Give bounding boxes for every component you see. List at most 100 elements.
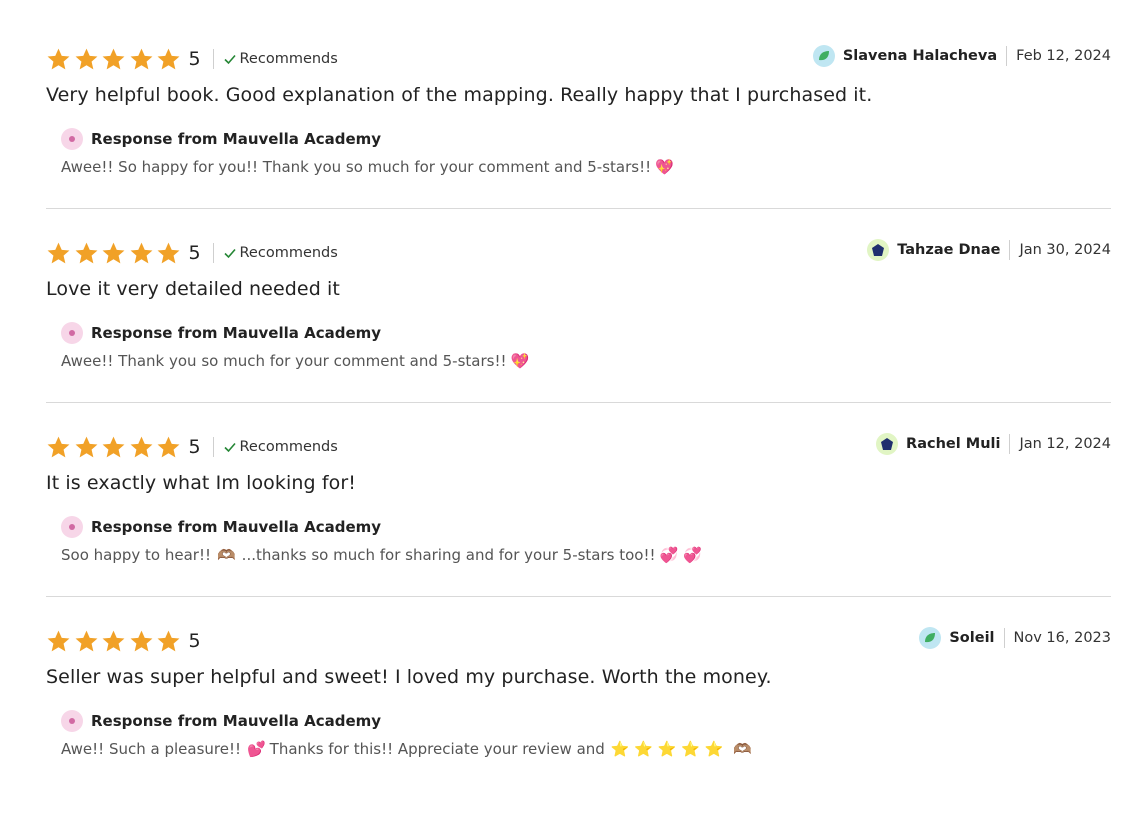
review-date: Jan 30, 2024: [1019, 242, 1111, 258]
star-icon: [156, 435, 181, 460]
star-icon: [74, 629, 99, 654]
review-text: Very helpful book. Good explanation of t…: [46, 84, 873, 106]
response-title: Response from Mauvella Academy: [91, 712, 382, 730]
recommends-label: Recommends: [239, 51, 338, 67]
stars-emoji-icon: ⭐ ⭐ ⭐ ⭐ ⭐: [610, 739, 724, 758]
reviewer-info: Rachel Muli Jan 12, 2024: [876, 432, 1111, 456]
reviewer-name[interactable]: Rachel Muli: [906, 436, 1000, 452]
review-item: 5 Recommends Tahzae Dnae Jan 30, 2024 Lo…: [46, 232, 1111, 426]
star-icon: [101, 435, 126, 460]
response-text: Awe!! Such a pleasure!! 💕 Thanks for thi…: [61, 740, 752, 758]
heart-emoji-icon: 💖: [510, 351, 530, 370]
response-header: Response from Mauvella Academy: [61, 516, 702, 538]
response-message: Awee!! So happy for you!! Thank you so m…: [61, 158, 652, 176]
check-icon: [223, 440, 237, 454]
reviewer-name[interactable]: Slavena Halacheva: [843, 48, 997, 64]
star-icon: [74, 435, 99, 460]
check-icon: [223, 246, 237, 260]
star-icon: [46, 435, 71, 460]
reviewer-name[interactable]: Tahzae Dnae: [897, 242, 1000, 258]
review-divider: [46, 402, 1111, 403]
divider: [212, 49, 214, 69]
star-icon: [74, 47, 99, 72]
divider: [1006, 46, 1008, 66]
rating-value: 5: [188, 242, 201, 264]
star-icon: [156, 241, 181, 266]
response-message-continued: Thanks for this!! Appreciate your review…: [269, 740, 605, 758]
shop-logo-icon[interactable]: [61, 128, 83, 150]
star-icon: [129, 47, 154, 72]
response-message: Soo happy to hear!!: [61, 546, 211, 564]
star-icon: [46, 241, 71, 266]
seller-response: Response from Mauvella Academy Awe!! Suc…: [61, 710, 752, 758]
pentagon-avatar-icon[interactable]: [867, 239, 890, 261]
seller-response: Response from Mauvella Academy Soo happy…: [61, 516, 702, 564]
rating-value: 5: [188, 48, 201, 70]
response-title: Response from Mauvella Academy: [91, 518, 382, 536]
heart-emoji-icon: 💖: [655, 157, 674, 176]
hearts-emoji-icon: 💕: [246, 739, 266, 758]
star-rating: [46, 435, 184, 460]
star-icon: [156, 47, 181, 72]
review-item: 5 Recommends Slavena Halacheva Feb 12, 2…: [46, 38, 1111, 232]
response-title: Response from Mauvella Academy: [91, 130, 382, 148]
recommends-badge: Recommends: [223, 439, 338, 455]
review-item: 5 Recommends Rachel Muli Jan 12, 2024 It…: [46, 426, 1111, 620]
review-text: Seller was super helpful and sweet! I lo…: [46, 666, 772, 688]
star-rating: [46, 241, 184, 266]
reviewer-info: Tahzae Dnae Jan 30, 2024: [867, 238, 1111, 262]
star-icon: [129, 241, 154, 266]
response-header: Response from Mauvella Academy: [61, 128, 674, 150]
leaf-avatar-icon[interactable]: [919, 627, 942, 649]
star-icon: [156, 629, 181, 654]
recommends-badge: Recommends: [223, 245, 338, 261]
star-icon: [74, 241, 99, 266]
response-header: Response from Mauvella Academy: [61, 710, 752, 732]
hearts-emoji-icon: 💞 💞: [659, 545, 702, 564]
divider: [1009, 434, 1011, 454]
leaf-avatar-icon[interactable]: [812, 45, 835, 67]
response-text: Awee!! Thank you so much for your commen…: [61, 352, 529, 370]
star-icon: [46, 47, 71, 72]
star-rating: [46, 47, 184, 72]
shop-logo-icon[interactable]: [61, 322, 83, 344]
shop-logo-icon[interactable]: [61, 516, 83, 538]
reviewer-info: Slavena Halacheva Feb 12, 2024: [812, 44, 1111, 68]
seller-response: Response from Mauvella Academy Awee!! So…: [61, 128, 674, 176]
divider: [1009, 240, 1011, 260]
review-item: 5 Soleil Nov 16, 2023 Seller was super h…: [46, 620, 1111, 814]
review-divider: [46, 596, 1111, 597]
reviewer-info: Soleil Nov 16, 2023: [919, 626, 1111, 650]
rating-value: 5: [188, 436, 201, 458]
rating-row: 5 Recommends: [46, 46, 338, 72]
pentagon-avatar-icon[interactable]: [876, 433, 899, 455]
review-text: Love it very detailed needed it: [46, 278, 340, 300]
rating-row: 5 Recommends: [46, 434, 338, 460]
response-title: Response from Mauvella Academy: [91, 324, 382, 342]
star-icon: [101, 629, 126, 654]
divider: [212, 437, 214, 457]
heart-hands-emoji-icon: 🫶🏽: [216, 545, 236, 564]
heart-hands-emoji-icon: 🫶🏽: [733, 739, 752, 758]
shop-logo-icon[interactable]: [61, 710, 83, 732]
response-message-continued: ...thanks so much for sharing and for yo…: [241, 546, 656, 564]
check-icon: [223, 52, 237, 66]
star-icon: [46, 629, 71, 654]
star-rating: [46, 629, 184, 654]
reviewer-name[interactable]: Soleil: [949, 630, 994, 646]
star-icon: [129, 435, 154, 460]
rating-value: 5: [188, 630, 201, 652]
review-divider: [46, 208, 1111, 209]
review-date: Nov 16, 2023: [1013, 630, 1111, 646]
review-date: Feb 12, 2024: [1016, 48, 1111, 64]
review-date: Jan 12, 2024: [1019, 436, 1111, 452]
recommends-label: Recommends: [239, 245, 338, 261]
recommends-badge: Recommends: [223, 51, 338, 67]
review-text: It is exactly what Im looking for!: [46, 472, 356, 494]
reviews-list: 5 Recommends Slavena Halacheva Feb 12, 2…: [0, 0, 1132, 775]
response-message: Awe!! Such a pleasure!!: [61, 740, 241, 758]
response-message: Awee!! Thank you so much for your commen…: [61, 352, 507, 370]
divider: [1003, 628, 1005, 648]
star-icon: [101, 241, 126, 266]
response-text: Awee!! So happy for you!! Thank you so m…: [61, 158, 674, 176]
